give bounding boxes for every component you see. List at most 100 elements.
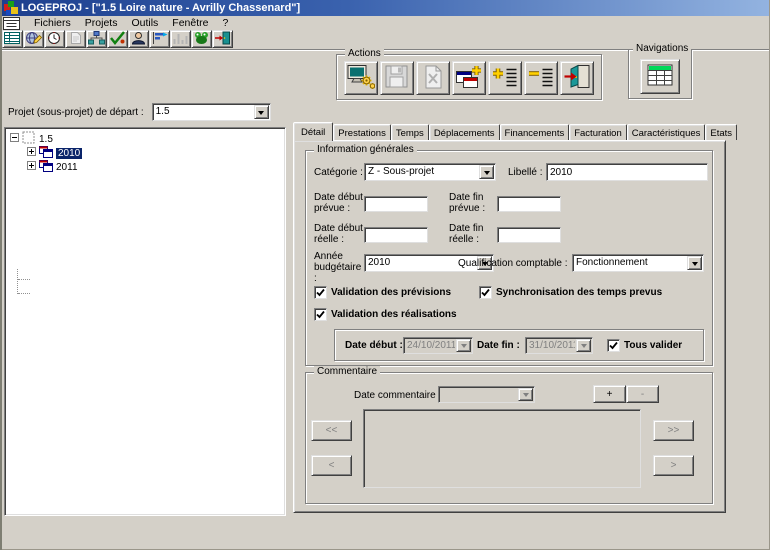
project-node-icon [22, 131, 36, 147]
add-item-icon [491, 64, 519, 93]
next-comment-button[interactable]: > [653, 455, 694, 476]
menu-fenetre[interactable]: Fenêtre [165, 17, 215, 29]
action-apply-button[interactable] [344, 61, 378, 95]
globe-edit-icon [25, 31, 42, 48]
tree-item-root[interactable]: 1.5 [10, 132, 53, 146]
libelle-input[interactable] [546, 163, 708, 181]
tous-valider-checkbox[interactable] [607, 339, 620, 352]
expand-expander-icon[interactable] [27, 161, 36, 173]
check-icon [316, 310, 325, 319]
tree-connector [18, 293, 30, 294]
tab-temps[interactable]: Temps [391, 124, 429, 140]
date-fin-reelle-input[interactable] [497, 227, 561, 243]
toolbar-clock-button[interactable] [44, 30, 65, 48]
date-debut-prevue-label: Date début prévue : [314, 192, 366, 214]
navigation-table-button[interactable] [640, 59, 680, 94]
add-comment-button[interactable]: + [593, 385, 626, 403]
action-save-button[interactable] [380, 61, 414, 95]
validation-previsions-label: Validation des prévisions [331, 287, 451, 298]
action-exit-button[interactable] [560, 61, 594, 95]
logeproj-window: LOGEPROJ - ["1.5 Loire nature - Avrilly … [0, 0, 770, 550]
toolbar-exit-button[interactable] [212, 30, 233, 48]
dropdown-arrow-icon[interactable] [254, 105, 269, 119]
toolbar-validate-button[interactable] [107, 30, 128, 48]
tree-item-2010[interactable]: 2010 [27, 146, 82, 160]
date-fin-select[interactable]: 31/10/2011 [525, 337, 593, 354]
qualification-comptable-select[interactable]: Fonctionnement [572, 254, 704, 272]
project-select[interactable]: 1.5 [152, 103, 271, 121]
date-debut-reelle-label: Date début réelle : [314, 223, 366, 245]
tab-deplacements[interactable]: Déplacements [429, 124, 500, 140]
date-commentaire-select[interactable] [438, 386, 535, 403]
categorie-select[interactable]: Z - Sous-projet [364, 163, 496, 181]
project-tree[interactable]: 1.5 2010 2011 [4, 127, 286, 516]
save-icon [383, 64, 411, 93]
project-selector-label: Projet (sous-projet) de départ : [8, 107, 144, 118]
toolbar-chart-button[interactable] [170, 30, 191, 48]
tous-valider-label: Tous valider [624, 340, 682, 351]
tab-strip: Détail Prestations Temps Déplacements Fi… [293, 122, 737, 141]
dropdown-arrow-icon[interactable] [479, 165, 494, 179]
comment-textarea[interactable] [363, 409, 641, 488]
toolbar-document-button[interactable] [65, 30, 86, 48]
date-debut-prevue-input[interactable] [364, 196, 428, 212]
toolbar-globe-edit-button[interactable] [23, 30, 44, 48]
dropdown-arrow-icon[interactable] [687, 256, 702, 270]
validation-previsions-checkbox[interactable] [314, 286, 327, 299]
toolbar-planning-button[interactable] [149, 30, 170, 48]
tree-item-2011[interactable]: 2011 [27, 160, 78, 174]
action-remove-button[interactable] [524, 61, 558, 95]
remove-item-icon [527, 64, 555, 93]
first-comment-button[interactable]: << [311, 420, 352, 441]
commentaire-group-label: Commentaire [314, 366, 380, 378]
menu-aide[interactable]: ? [215, 17, 235, 29]
toolbar-spreadsheet-button[interactable] [2, 30, 23, 48]
action-cancel-button[interactable] [416, 61, 450, 95]
detail-tab-panel: Information générales Catégorie : Z - So… [293, 140, 726, 513]
project-selector-row: Projet (sous-projet) de départ : 1.5 [8, 103, 271, 121]
app-icon [4, 1, 18, 15]
tree-item-label[interactable]: 2011 [56, 162, 78, 173]
exit-door-icon [563, 64, 591, 93]
date-debut-select[interactable]: 24/10/2011 [403, 337, 473, 354]
last-comment-button[interactable]: >> [653, 420, 694, 441]
categorie-value: Z - Sous-projet [365, 164, 478, 180]
tab-detail[interactable]: Détail [293, 122, 333, 141]
validation-realisations-checkbox[interactable] [314, 308, 327, 321]
expand-expander-icon[interactable] [27, 147, 36, 159]
menu-projets[interactable]: Projets [78, 17, 125, 29]
tab-financements[interactable]: Financements [500, 124, 570, 140]
title-bar[interactable]: LOGEPROJ - ["1.5 Loire nature - Avrilly … [2, 0, 769, 16]
libelle-label: Libellé : [508, 167, 542, 178]
tab-caracteristiques[interactable]: Caractéristiques [627, 124, 706, 140]
actions-buttons [344, 61, 594, 95]
tree-item-label[interactable]: 1.5 [39, 134, 53, 145]
tab-etats[interactable]: Etats [705, 124, 737, 140]
tree-item-label-selected[interactable]: 2010 [56, 148, 82, 159]
menu-fichiers[interactable]: Fichiers [27, 17, 78, 29]
form-icon [3, 17, 21, 30]
previous-comment-button[interactable]: < [311, 455, 352, 476]
validation-realisations-label: Validation des réalisations [331, 309, 457, 320]
action-add-button[interactable] [488, 61, 522, 95]
information-generales-group: Information générales Catégorie : Z - So… [305, 150, 713, 366]
remove-comment-button[interactable]: - [626, 385, 659, 403]
tab-facturation[interactable]: Facturation [569, 124, 627, 140]
date-commentaire-value [439, 387, 517, 402]
toolbar-orgchart-button[interactable] [86, 30, 107, 48]
date-fin-prevue-input[interactable] [497, 196, 561, 212]
toolbar-frog-button[interactable] [191, 30, 212, 48]
actions-group: Actions [336, 54, 602, 100]
toolbar-user-button[interactable] [128, 30, 149, 48]
date-debut-reelle-input[interactable] [364, 227, 428, 243]
subproject-node-icon [39, 159, 53, 175]
chart-icon [172, 31, 189, 48]
orgchart-icon [88, 31, 105, 48]
collapse-expander-icon[interactable] [10, 133, 19, 145]
document-icon [67, 31, 84, 48]
tab-prestations[interactable]: Prestations [333, 124, 391, 140]
dropdown-arrow-icon [576, 339, 591, 352]
synchronisation-temps-checkbox[interactable] [479, 286, 492, 299]
action-new-window-button[interactable] [452, 61, 486, 95]
menu-outils[interactable]: Outils [124, 17, 165, 29]
